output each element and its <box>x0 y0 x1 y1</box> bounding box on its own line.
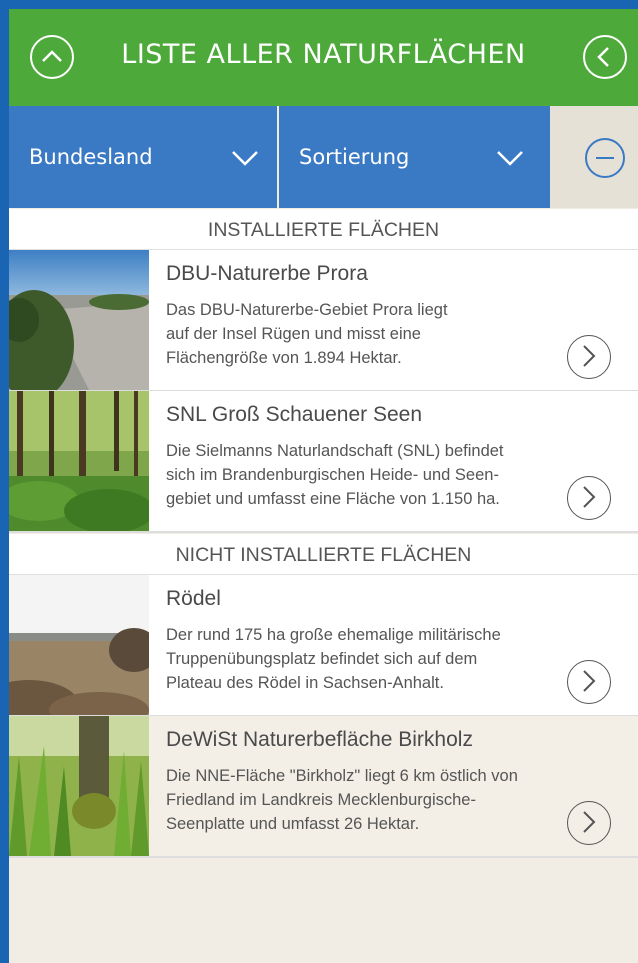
open-item-button[interactable] <box>567 660 611 704</box>
back-button[interactable] <box>583 35 627 79</box>
item-description: Das DBU-Naturerbe-Gebiet Prora liegt auf… <box>166 301 448 367</box>
open-item-button[interactable] <box>567 801 611 845</box>
page-title: LISTE ALLER NATURFLÄCHEN <box>121 39 526 70</box>
app-screen: LISTE ALLER NATURFLÄCHEN Bundesland Sort… <box>9 9 638 963</box>
prora-thumbnail <box>9 250 149 390</box>
open-item-button[interactable] <box>567 476 611 520</box>
open-item-button[interactable] <box>567 335 611 379</box>
chevron-right-icon <box>583 486 596 508</box>
list-item[interactable]: SNL Groß Schauener Seen Die Sielmanns Na… <box>9 391 638 533</box>
roedel-thumbnail <box>9 575 149 715</box>
chevron-right-icon <box>583 670 596 692</box>
schauener-seen-thumbnail <box>9 391 149 531</box>
birkholz-thumbnail <box>9 716 149 856</box>
item-title: DeWiSt Naturerbefläche Birkholz <box>166 728 473 751</box>
chevron-down-icon <box>497 151 523 166</box>
item-title: Rödel <box>166 587 221 610</box>
item-title: DBU-Naturerbe Prora <box>166 262 368 285</box>
bundesland-label: Bundesland <box>29 145 153 169</box>
sortierung-dropdown[interactable]: Sortierung <box>279 106 550 208</box>
chevron-right-icon <box>583 345 596 367</box>
list-item[interactable]: Rödel Der rund 175 ha große ehemalige mi… <box>9 575 638 717</box>
chevron-left-icon <box>597 47 609 67</box>
section-header-installed: INSTALLIERTE FLÄCHEN <box>9 209 638 250</box>
sortierung-label: Sortierung <box>299 145 410 169</box>
list-item[interactable]: DeWiSt Naturerbefläche Birkholz Die NNE-… <box>9 716 638 858</box>
collapse-filter-button[interactable] <box>585 138 625 178</box>
chevron-down-icon <box>232 151 258 166</box>
list-item[interactable]: DBU-Naturerbe Prora Das DBU-Naturerbe-Ge… <box>9 250 638 392</box>
bundesland-dropdown[interactable]: Bundesland <box>9 106 277 208</box>
chevron-right-icon <box>583 811 596 833</box>
item-description: Die Sielmanns Naturlandschaft (SNL) befi… <box>166 442 504 508</box>
filter-bar: Bundesland Sortierung <box>9 106 638 208</box>
header-bar: LISTE ALLER NATURFLÄCHEN <box>9 9 638 106</box>
item-description: Die NNE-Fläche "Birkholz" liegt 6 km öst… <box>166 767 518 833</box>
item-description: Der rund 175 ha große ehemalige militäri… <box>166 626 501 692</box>
item-title: SNL Groß Schauener Seen <box>166 403 423 426</box>
section-header-not-installed: NICHT INSTALLIERTE FLÄCHEN <box>9 534 638 575</box>
